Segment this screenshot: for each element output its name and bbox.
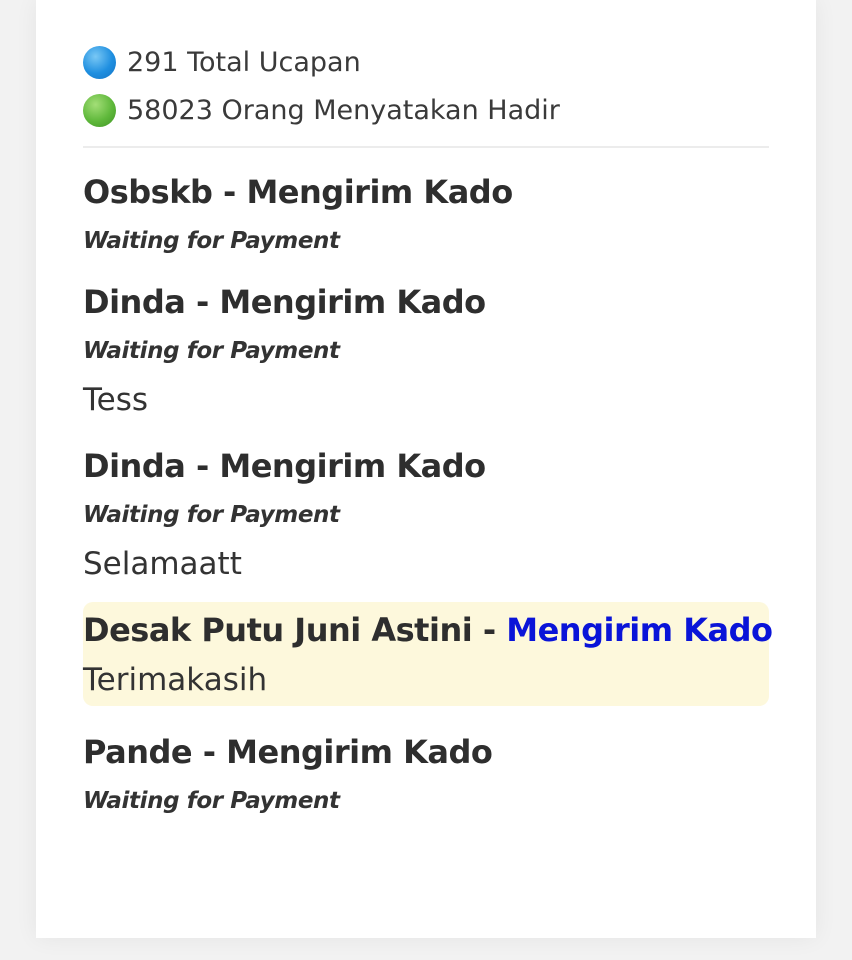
entry-status: Waiting for Payment: [83, 228, 340, 254]
entry-message: Terimakasih: [83, 662, 268, 698]
wish-entry: Osbskb - Mengirim Kado Waiting for Payme…: [83, 170, 769, 258]
entry-sender-name: Desak Putu Juni Astini: [83, 611, 473, 649]
mengirim-kado-link[interactable]: Mengirim Kado: [506, 611, 773, 649]
entry-separator: -: [472, 611, 507, 649]
wish-entry-highlighted: Desak Putu Juni Astini - Mengirim Kado T…: [83, 602, 773, 706]
entry-separator: -: [185, 283, 220, 321]
total-ucapan-text: 291 Total Ucapan: [127, 46, 361, 78]
entry-status: Waiting for Payment: [83, 788, 340, 814]
entry-sender-name: Pande: [83, 733, 193, 771]
entry-status: Waiting for Payment: [83, 338, 340, 364]
hadir-stat: 58023 Orang Menyatakan Hadir: [83, 92, 769, 128]
total-ucapan-stat: 291 Total Ucapan: [83, 44, 769, 80]
entry-sender-name: Dinda: [83, 447, 186, 485]
entry-sender-name: Osbskb: [83, 173, 213, 211]
hadir-text: 58023 Orang Menyatakan Hadir: [127, 94, 560, 126]
entry-title: Pande - Mengirim Kado: [83, 730, 769, 774]
entry-title: Osbskb - Mengirim Kado: [83, 170, 769, 214]
entry-title: Dinda - Mengirim Kado: [83, 444, 769, 488]
guestbook-content: 291 Total Ucapan 58023 Orang Menyatakan …: [83, 44, 773, 840]
guestbook-card: 291 Total Ucapan 58023 Orang Menyatakan …: [36, 0, 816, 938]
entry-action: Mengirim Kado: [246, 173, 513, 211]
entry-status: Waiting for Payment: [83, 502, 340, 528]
entry-title: Dinda - Mengirim Kado: [83, 280, 769, 324]
wish-entry: Dinda - Mengirim Kado Waiting for Paymen…: [83, 444, 769, 586]
entry-separator: -: [212, 173, 247, 211]
entry-action: Mengirim Kado: [219, 283, 486, 321]
entry-action: Mengirim Kado: [226, 733, 493, 771]
wish-entry: Dinda - Mengirim Kado Waiting for Paymen…: [83, 280, 769, 422]
entry-title: Desak Putu Juni Astini - Mengirim Kado: [83, 608, 773, 652]
entry-action: Mengirim Kado: [219, 447, 486, 485]
wish-entry: Pande - Mengirim Kado Waiting for Paymen…: [83, 730, 769, 818]
entry-message: Tess: [83, 382, 149, 418]
entry-message: Selamaatt: [83, 546, 242, 582]
green-circle-icon: [83, 93, 116, 127]
blue-circle-icon: [83, 45, 116, 79]
divider: [83, 146, 769, 148]
entry-separator: -: [192, 733, 227, 771]
entry-separator: -: [185, 447, 220, 485]
entry-sender-name: Dinda: [83, 283, 186, 321]
